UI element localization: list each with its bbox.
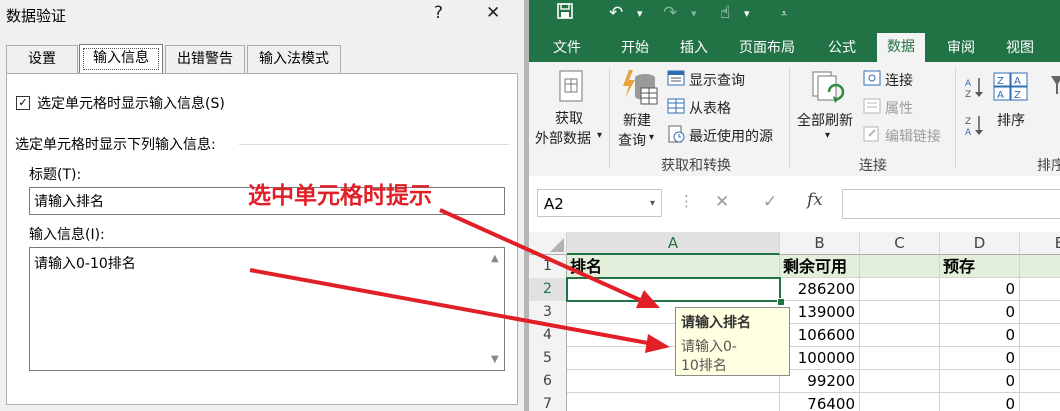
annotation-arrow-icon	[439, 208, 660, 308]
annotation-arrows	[249, 208, 670, 353]
annotation-arrow-icon	[249, 268, 670, 353]
annotation-text: 选中单元格时提示	[248, 183, 432, 209]
